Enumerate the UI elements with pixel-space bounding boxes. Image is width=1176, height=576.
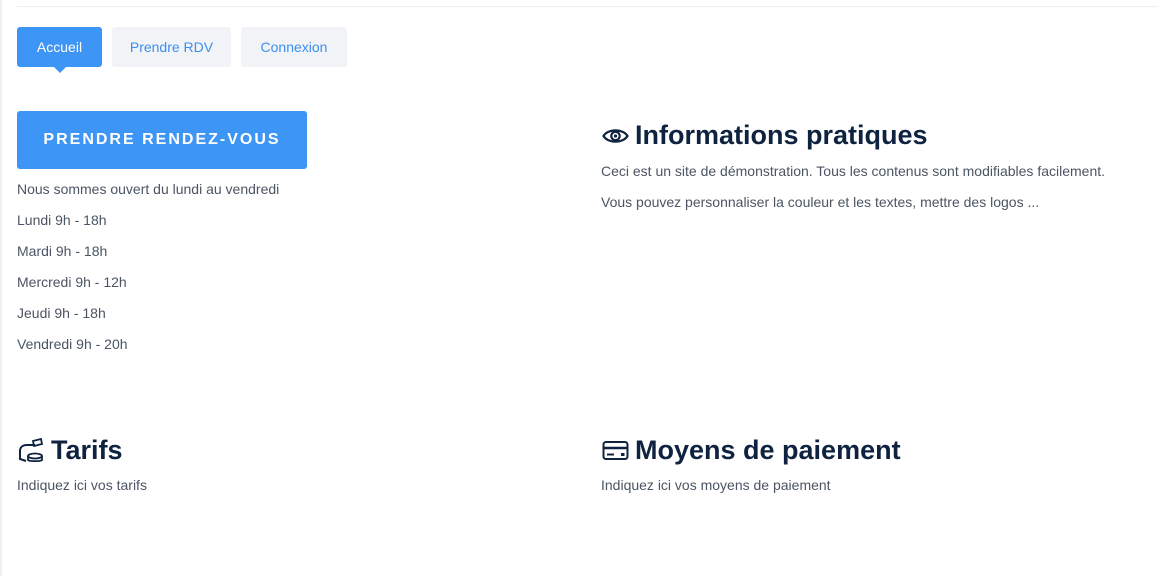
info-line: Vous pouvez personnaliser la couleur et … bbox=[601, 194, 1040, 210]
info-section-title: Informations pratiques bbox=[601, 120, 928, 151]
hours-day: Vendredi 9h - 20h bbox=[17, 336, 128, 352]
money-hand-icon bbox=[17, 437, 45, 465]
book-appointment-button[interactable]: PRENDRE RENDEZ-VOUS bbox=[17, 111, 307, 169]
tarifs-section-title: Tarifs bbox=[17, 435, 123, 466]
hours-day: Mercredi 9h - 12h bbox=[17, 274, 127, 290]
opening-hours: Nous sommes ouvert du lundi au vendredi … bbox=[17, 181, 279, 367]
credit-card-icon bbox=[601, 437, 629, 465]
tarifs-text: Indiquez ici vos tarifs bbox=[17, 477, 147, 493]
hours-day: Jeudi 9h - 18h bbox=[17, 305, 106, 321]
top-divider bbox=[17, 6, 1157, 7]
tab-connexion[interactable]: Connexion bbox=[241, 27, 347, 67]
payment-text: Indiquez ici vos moyens de paiement bbox=[601, 477, 831, 493]
tab-prendre-rdv[interactable]: Prendre RDV bbox=[112, 27, 231, 67]
info-line: Ceci est un site de démonstration. Tous … bbox=[601, 163, 1106, 179]
page-left-border bbox=[0, 0, 2, 576]
payment-section-title: Moyens de paiement bbox=[601, 435, 901, 466]
hours-day: Mardi 9h - 18h bbox=[17, 243, 108, 259]
info-title: Informations pratiques bbox=[635, 120, 928, 150]
nav-tabs: Accueil Prendre RDV Connexion bbox=[17, 27, 347, 73]
tab-accueil[interactable]: Accueil bbox=[17, 27, 102, 73]
eye-icon bbox=[601, 122, 629, 150]
hours-intro: Nous sommes ouvert du lundi au vendredi bbox=[17, 181, 280, 197]
hours-day: Lundi 9h - 18h bbox=[17, 212, 107, 228]
payment-title: Moyens de paiement bbox=[635, 435, 901, 465]
tarifs-title: Tarifs bbox=[51, 435, 123, 465]
